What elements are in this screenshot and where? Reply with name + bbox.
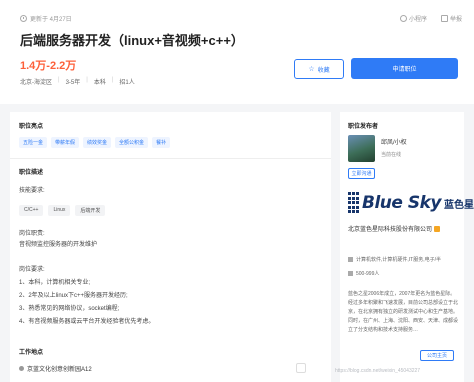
job-tag: 北京-海淀区 — [20, 80, 52, 86]
requirement-item: 1、本科，计算机相关专业; — [19, 280, 91, 286]
job-tag: 招1人 — [119, 80, 135, 86]
tag-separator: | — [58, 77, 60, 83]
company-name[interactable]: 北京蓝色星际科技股份有限公司 — [348, 227, 432, 233]
highlight-tag: 餐补 — [152, 137, 171, 148]
industry-icon — [348, 257, 353, 262]
company-size: 500-999人 — [356, 271, 380, 277]
description-title: 职位描述 — [19, 170, 44, 176]
requirement-item: 3、熟悉常见的网络协议，socket编程; — [19, 306, 120, 312]
logo-text-cn: 蓝色星际 — [443, 199, 474, 211]
highlight-tag: 全额公积金 — [115, 137, 149, 148]
skill-tags: C/C++ Linux 后端开发 — [19, 205, 106, 216]
highlight-tag: 绩效奖金 — [83, 137, 112, 148]
job-tags: 北京-海淀区 | 3-5年 | 本科 | 招1人 — [20, 77, 135, 86]
company-name-block: 北京蓝色星际科技股份有限公司 — [348, 226, 460, 235]
salary: 1.4万-2.2万 — [20, 60, 77, 72]
watermark: https://blog.csdn.net/weixin_45043227 — [335, 368, 421, 374]
location-pin-icon — [19, 366, 24, 371]
recruiter-title: 职位发布者 — [348, 124, 379, 130]
logo-text-en: Blue Sky — [362, 193, 441, 213]
job-tag: 本科 — [93, 80, 106, 86]
star-icon: ☆ — [308, 66, 315, 73]
company-industry: 计算机软件,计算机硬件,IT服务,电子/半 — [356, 257, 442, 263]
requirements-heading: 岗位要求: — [19, 267, 45, 273]
job-header: 更新于 4月27日 小程序 举报 后端服务器开发（linux+音视频+c++） … — [0, 0, 474, 104]
job-title: 后端服务器开发（linux+音视频+c++） — [20, 33, 244, 48]
header-tools: 小程序 举报 — [399, 14, 462, 23]
tag-separator: | — [86, 77, 88, 83]
people-icon — [348, 271, 353, 276]
skill-tag: Linux — [48, 205, 71, 216]
work-location-title: 工作地点 — [19, 350, 44, 356]
company-home-button[interactable]: 公司主页 — [420, 350, 454, 361]
company-logo: Blue Sky 蓝色星际 — [348, 185, 474, 221]
job-detail: 职位亮点 五险一金 带薪年假 绩效奖金 全额公积金 餐补 职位描述 技能要求: … — [10, 112, 331, 382]
highlights-title: 职位亮点 — [19, 124, 44, 130]
requirement-item: 2、2年及以上linux下c++服务器开发经历; — [19, 293, 128, 299]
recruiter-avatar — [348, 135, 375, 162]
job-tag: 3-5年 — [65, 80, 81, 86]
company-industry-row: 计算机软件,计算机硬件,IT服务,电子/半 — [348, 256, 441, 263]
clock-icon — [20, 15, 27, 22]
chat-button[interactable]: 立即沟通 — [348, 168, 375, 179]
skill-tag: 后端开发 — [75, 205, 106, 216]
requirement-item: 4、有音视频服务器或云平台开发经验者优先考虑。 — [19, 319, 155, 325]
company-size-row: 500-999人 — [348, 270, 379, 277]
update-time: 更新于 4月27日 — [20, 14, 72, 23]
highlight-tag: 五险一金 — [19, 137, 48, 148]
recruiter-name: 邱凤/小权 — [381, 140, 407, 146]
scroll-to-top-button[interactable] — [296, 363, 306, 373]
sidebar: 职位发布者 邱凤/小权 当前在线 立即沟通 Blue Sky 蓝色星际 北京蓝色… — [340, 112, 474, 382]
company-intro: 蓝色之星2006年成立，2007年更名为蓝色星际。经过多年积聚和飞速发展，目前公… — [348, 291, 459, 333]
favorite-button[interactable]: ☆ 收藏 — [294, 59, 344, 79]
update-text: 更新于 4月27日 — [30, 17, 72, 23]
mini-program-link[interactable]: 小程序 — [399, 14, 427, 23]
highlight-tag: 带薪年假 — [51, 137, 80, 148]
favorite-label: 收藏 — [317, 67, 330, 74]
logo-mark-icon — [348, 192, 359, 214]
skills-heading: 技能要求: — [19, 188, 45, 194]
apply-button[interactable]: 申请职位 — [351, 58, 458, 79]
duty-heading: 岗位职责: — [19, 231, 45, 237]
tag-separator: | — [111, 77, 114, 83]
mini-program-icon — [399, 15, 407, 22]
divider — [10, 158, 331, 159]
report-link[interactable]: 举报 — [440, 14, 462, 23]
duty-text: 音视频监控服务器的开发维护 — [19, 242, 98, 248]
recruiter-status: 当前在线 — [381, 152, 402, 158]
verified-badge-icon — [433, 226, 440, 233]
work-location: 京蓝文化创意创新园A12 — [19, 364, 92, 373]
report-icon — [440, 15, 448, 22]
work-address: 京蓝文化创意创新园A12 — [27, 367, 92, 373]
highlight-tags: 五险一金 带薪年假 绩效奖金 全额公积金 餐补 — [19, 137, 171, 148]
skill-tag: C/C++ — [19, 205, 44, 216]
